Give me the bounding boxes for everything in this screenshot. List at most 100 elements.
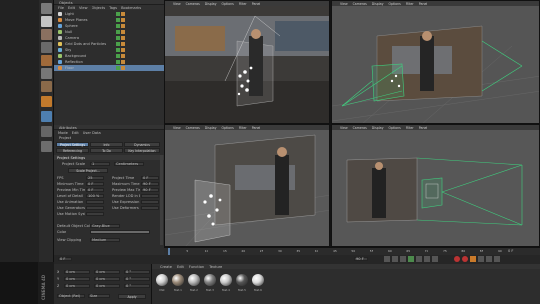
coordinate-pos-field[interactable]: 0 cm bbox=[64, 270, 90, 274]
project-scale-unit-select[interactable]: Centimeters bbox=[114, 162, 144, 166]
vp-menu-options[interactable]: Options bbox=[222, 126, 234, 130]
field-input[interactable] bbox=[86, 212, 104, 216]
object-tags[interactable] bbox=[116, 11, 156, 17]
undo-icon[interactable] bbox=[41, 3, 52, 14]
previous-key-icon[interactable] bbox=[392, 256, 398, 262]
menu-view[interactable]: View bbox=[79, 6, 88, 10]
object-tags[interactable] bbox=[116, 29, 156, 35]
field-input[interactable] bbox=[86, 200, 104, 204]
object-tags[interactable] bbox=[116, 23, 156, 29]
coordinate-size-field[interactable]: 0 cm bbox=[94, 284, 120, 288]
move-tool-icon[interactable] bbox=[41, 16, 52, 27]
vp-menu-options[interactable]: Options bbox=[389, 2, 401, 6]
vp-menu-cameras[interactable]: Cameras bbox=[353, 126, 367, 130]
vp-menu-panel[interactable]: Panel bbox=[419, 2, 428, 6]
material-swatch[interactable] bbox=[156, 274, 168, 286]
end-frame-field[interactable]: 90 F bbox=[354, 257, 368, 261]
default-object-color-select[interactable]: Gray-Blue bbox=[90, 224, 120, 228]
rotate-tool-icon[interactable] bbox=[41, 42, 52, 53]
next-key-icon[interactable] bbox=[424, 256, 430, 262]
tab-key-interpolation[interactable]: Key Interpolation bbox=[124, 148, 160, 153]
menu-edit[interactable]: Edit bbox=[68, 6, 75, 10]
scale-key-icon[interactable] bbox=[486, 256, 492, 262]
object-tags[interactable] bbox=[116, 41, 156, 47]
viewport-top-right[interactable]: View Cameras Display Options Filter Pane… bbox=[331, 0, 540, 124]
menu-bookmarks[interactable]: Bookmarks bbox=[121, 6, 141, 10]
go-to-start-icon[interactable] bbox=[384, 256, 390, 262]
rotation-key-icon[interactable] bbox=[494, 256, 500, 262]
field-input[interactable]: 100 % bbox=[86, 194, 104, 198]
view-clipping-select[interactable]: Medium bbox=[90, 238, 120, 242]
tab-project-settings[interactable]: Project Settings bbox=[56, 142, 89, 147]
tab-info[interactable]: Info bbox=[90, 142, 123, 147]
menu-edit-attr[interactable]: Edit bbox=[72, 131, 79, 135]
field-input[interactable]: 0 F bbox=[86, 188, 104, 192]
object-tags[interactable] bbox=[116, 47, 156, 53]
vp-menu-filter[interactable]: Filter bbox=[406, 126, 414, 130]
vp-menu-view[interactable]: View bbox=[340, 126, 348, 130]
vp-menu-filter[interactable]: Filter bbox=[406, 2, 414, 6]
scale-project-button[interactable]: Scale Project... bbox=[68, 168, 108, 173]
vp-menu-filter[interactable]: Filter bbox=[239, 2, 247, 6]
object-tags[interactable] bbox=[116, 17, 156, 23]
go-to-end-icon[interactable] bbox=[432, 256, 438, 262]
object-tags[interactable] bbox=[116, 53, 156, 59]
menu-objects[interactable]: Objects bbox=[92, 6, 106, 10]
vp-menu-panel[interactable]: Panel bbox=[252, 126, 261, 130]
next-frame-icon[interactable] bbox=[416, 256, 422, 262]
coordinate-size-field[interactable]: 0 cm bbox=[94, 277, 120, 281]
coordinate-rot-field[interactable]: 0 ° bbox=[124, 284, 150, 288]
size-mode-select[interactable]: Size bbox=[88, 294, 110, 298]
viewport-bottom-right[interactable]: View Cameras Display Options Filter Pane… bbox=[331, 124, 540, 247]
material-swatch[interactable] bbox=[188, 274, 200, 286]
field-input[interactable]: 0 F bbox=[86, 182, 104, 186]
field-input[interactable] bbox=[141, 194, 159, 198]
field-input[interactable]: 90 F bbox=[141, 182, 159, 186]
material-swatch[interactable] bbox=[236, 274, 248, 286]
previous-frame-icon[interactable] bbox=[400, 256, 406, 262]
vp-menu-panel[interactable]: Panel bbox=[419, 126, 428, 130]
material-swatch[interactable] bbox=[220, 274, 232, 286]
scale-tool-icon[interactable] bbox=[41, 29, 52, 40]
field-input[interactable]: 0 F bbox=[141, 176, 159, 180]
tab-referencing[interactable]: Referencing bbox=[56, 148, 89, 153]
vp-menu-view[interactable]: View bbox=[340, 2, 348, 6]
menu-mode[interactable]: Mode bbox=[58, 131, 68, 135]
vp-menu-panel[interactable]: Panel bbox=[252, 2, 261, 6]
apply-button[interactable]: Apply bbox=[118, 294, 146, 299]
vp-menu-display[interactable]: Display bbox=[205, 2, 217, 6]
object-tags[interactable] bbox=[116, 65, 156, 71]
field-input[interactable] bbox=[86, 206, 104, 210]
object-tags[interactable] bbox=[116, 59, 156, 65]
field-input[interactable] bbox=[141, 200, 159, 204]
coordinate-pos-field[interactable]: 0 cm bbox=[64, 284, 90, 288]
attributes-scrollbar[interactable] bbox=[160, 155, 163, 245]
record-icon[interactable] bbox=[454, 256, 460, 262]
menu-user-data[interactable]: User Data bbox=[83, 131, 101, 135]
polygons-mode-icon[interactable] bbox=[41, 96, 52, 107]
vp-menu-view[interactable]: View bbox=[173, 2, 181, 6]
play-icon[interactable] bbox=[408, 256, 414, 262]
field-input[interactable] bbox=[141, 206, 159, 210]
material-swatch[interactable] bbox=[204, 274, 216, 286]
field-input[interactable]: 90 F bbox=[141, 188, 159, 192]
points-mode-icon[interactable] bbox=[41, 68, 52, 79]
coordinate-mode-select[interactable]: Object (Rel) bbox=[57, 294, 85, 298]
tab-to-do[interactable]: To Do bbox=[90, 148, 123, 153]
workplane-icon[interactable] bbox=[41, 141, 52, 152]
autokey-icon[interactable] bbox=[462, 256, 468, 262]
project-scale-field[interactable]: 1 bbox=[90, 162, 110, 166]
vp-menu-view[interactable]: View bbox=[173, 126, 181, 130]
vp-menu-display[interactable]: Display bbox=[372, 2, 384, 6]
field-input[interactable]: 25 bbox=[86, 176, 104, 180]
material-swatch[interactable] bbox=[252, 274, 264, 286]
model-mode-icon[interactable] bbox=[41, 55, 52, 66]
vp-menu-cameras[interactable]: Cameras bbox=[186, 126, 200, 130]
keyframe-selection-icon[interactable] bbox=[470, 256, 476, 262]
edges-mode-icon[interactable] bbox=[41, 81, 52, 92]
coordinate-pos-field[interactable]: 0 cm bbox=[64, 277, 90, 281]
viewport-top-left[interactable]: View Cameras Display Options Filter Pane… bbox=[164, 0, 330, 124]
material-swatch[interactable] bbox=[172, 274, 184, 286]
coordinate-size-field[interactable]: 0 cm bbox=[94, 270, 120, 274]
object-tags[interactable] bbox=[116, 35, 156, 41]
